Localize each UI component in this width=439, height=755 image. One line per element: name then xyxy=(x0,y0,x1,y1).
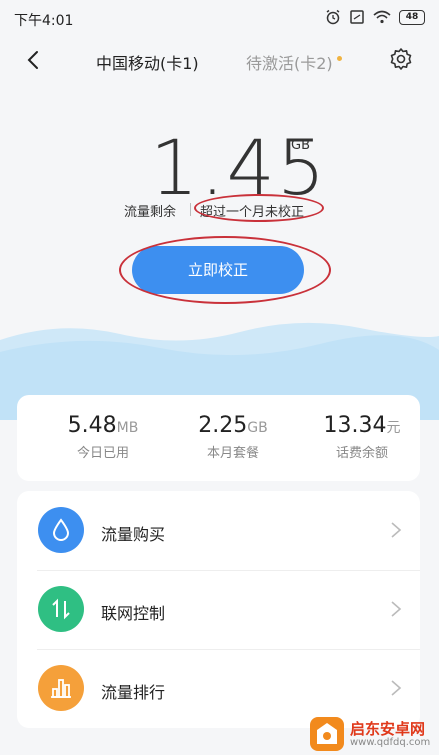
stat-unit: GB xyxy=(247,420,268,436)
watermark-logo-icon xyxy=(310,717,344,751)
watermark: 启东安卓网 www.qdfdq.com xyxy=(310,715,438,753)
stat-unit: 元 xyxy=(386,420,401,436)
highlight-ellipse xyxy=(194,194,324,222)
wifi-icon xyxy=(373,10,391,24)
stats-card: 5.48MB 今日已用 2.25GB 本月套餐 13.34元 话费余额 xyxy=(17,395,420,481)
header: 中国移动(卡1) 待激活(卡2) xyxy=(0,38,439,82)
tab-sim2[interactable]: 待激活(卡2) xyxy=(246,50,333,74)
menu-card: 流量购买 联网控制 流量排行 xyxy=(17,491,420,728)
battery-icon: 48 xyxy=(399,9,425,25)
stat-today-used: 5.48MB 今日已用 xyxy=(53,413,153,461)
stat-value: 13.34 xyxy=(323,413,387,438)
notification-dot xyxy=(337,56,342,61)
gear-icon[interactable] xyxy=(389,47,413,71)
up-down-arrows-icon xyxy=(38,586,84,632)
bar-chart-icon xyxy=(38,665,84,711)
data-remaining-unit: GB xyxy=(291,138,310,153)
divider xyxy=(190,203,191,216)
menu-label: 联网控制 xyxy=(101,604,166,623)
menu-item-network-control[interactable]: 联网控制 xyxy=(17,570,420,649)
chevron-right-icon xyxy=(391,680,402,696)
status-bar: 下午4:01 48 xyxy=(0,0,439,38)
menu-label: 流量购买 xyxy=(101,525,166,544)
watermark-name: 启东安卓网 xyxy=(350,720,426,738)
watermark-url: www.qdfdq.com xyxy=(350,737,431,748)
data-remaining-label: 流量剩余 xyxy=(124,205,177,220)
stat-unit: MB xyxy=(116,420,139,436)
status-icons: 48 xyxy=(325,9,425,25)
status-time: 下午4:01 xyxy=(14,13,74,29)
tab-sim1[interactable]: 中国移动(卡1) xyxy=(96,50,199,74)
back-arrow-icon[interactable] xyxy=(22,48,46,72)
chevron-right-icon xyxy=(391,522,402,538)
stat-label: 话费余额 xyxy=(335,446,388,461)
water-drop-icon xyxy=(38,507,84,553)
stat-monthly-plan: 2.25GB 本月套餐 xyxy=(183,413,283,461)
menu-item-data-purchase[interactable]: 流量购买 xyxy=(17,491,420,570)
stat-balance: 13.34元 话费余额 xyxy=(312,413,412,461)
menu-label: 流量排行 xyxy=(101,683,166,702)
stat-label: 今日已用 xyxy=(76,446,129,461)
alarm-icon xyxy=(326,9,340,25)
button-highlight-ellipse xyxy=(119,236,331,304)
chevron-right-icon xyxy=(391,601,402,617)
stat-value: 5.48 xyxy=(67,413,117,438)
sim-status-icon xyxy=(350,10,364,24)
stat-value: 2.25 xyxy=(198,413,248,438)
stat-label: 本月套餐 xyxy=(206,446,259,461)
